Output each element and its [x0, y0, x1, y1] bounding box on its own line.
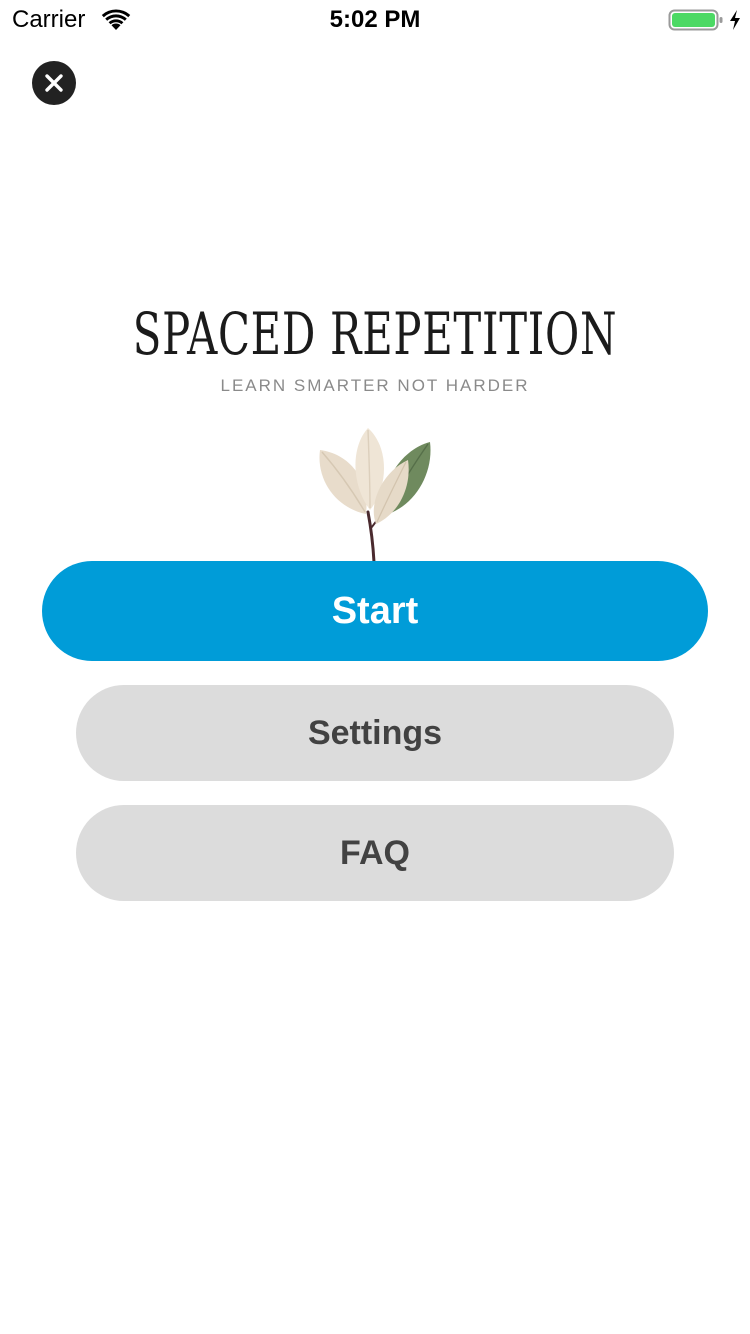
start-button[interactable]: Start [42, 561, 708, 661]
close-icon [45, 74, 63, 92]
plant-leaves-illustration [319, 428, 431, 564]
settings-button[interactable]: Settings [76, 685, 674, 781]
status-time: 5:02 PM [329, 6, 421, 33]
close-button[interactable] [32, 61, 76, 105]
battery-charging-icon [668, 9, 723, 31]
main-menu-screen: Carrier 5:02 PM SPACED REPETITION LEARN … [0, 0, 750, 1334]
status-bar: Carrier 5:02 PM [0, 0, 750, 40]
app-tagline: LEARN SMARTER NOT HARDER [220, 376, 530, 395]
faq-button[interactable]: FAQ [76, 805, 674, 901]
app-title: SPACED REPETITION [132, 300, 618, 368]
charging-bolt-icon [730, 10, 740, 30]
